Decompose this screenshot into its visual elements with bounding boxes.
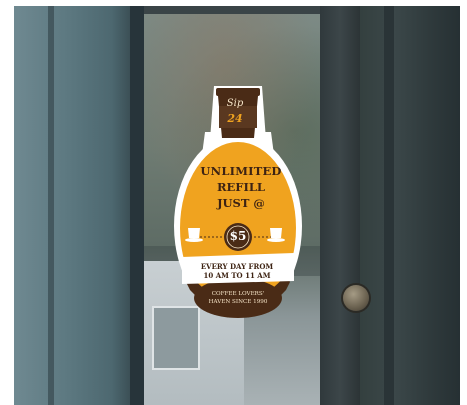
headline-line-3: JUST @ xyxy=(217,196,265,210)
headline-line-2: REFILL xyxy=(216,180,266,194)
cup-brand-number: 24 xyxy=(227,112,243,125)
footer-line-1: COFFEE LOVERS' xyxy=(211,291,265,297)
price-text: $5 xyxy=(229,229,247,243)
banner-line-2: 10 AM TO 11 AM xyxy=(203,271,271,280)
banner-line-1: EVERY DAY FROM xyxy=(200,262,274,271)
footer-line-2: HAVEN SINCE 1990 xyxy=(208,299,268,305)
cup-brand-text: Sip xyxy=(226,98,244,109)
headline-line-1: UNLIMITED xyxy=(200,164,282,178)
